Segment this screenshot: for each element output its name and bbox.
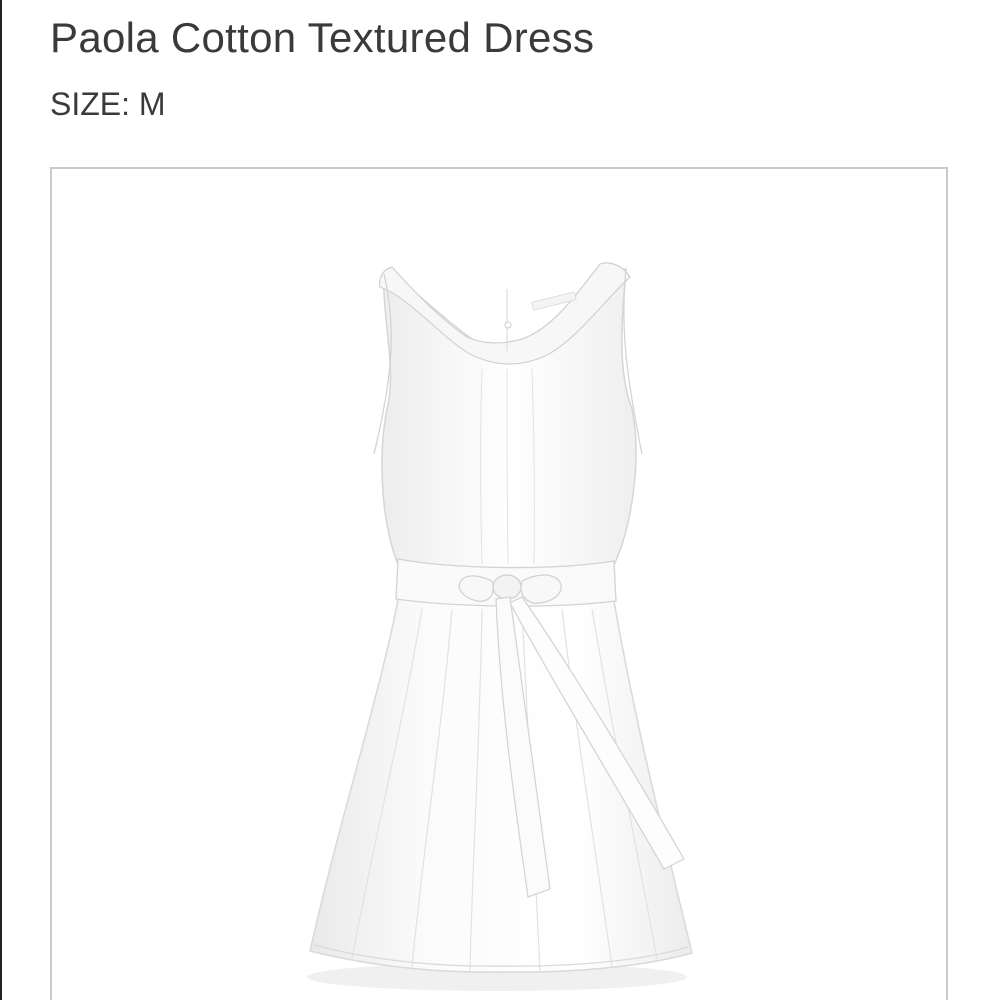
product-image-frame[interactable] xyxy=(50,167,948,1000)
dress-image xyxy=(307,262,693,991)
product-title: Paola Cotton Textured Dress xyxy=(50,14,595,61)
size-info: SIZE: M xyxy=(50,86,166,123)
left-border xyxy=(0,0,2,1000)
product-detail-page: Paola Cotton Textured Dress SIZE: M xyxy=(0,0,1000,1000)
bow-knot xyxy=(492,574,522,600)
size-label: SIZE: xyxy=(50,86,131,122)
button-detail xyxy=(504,321,512,329)
size-value: M xyxy=(138,86,166,122)
